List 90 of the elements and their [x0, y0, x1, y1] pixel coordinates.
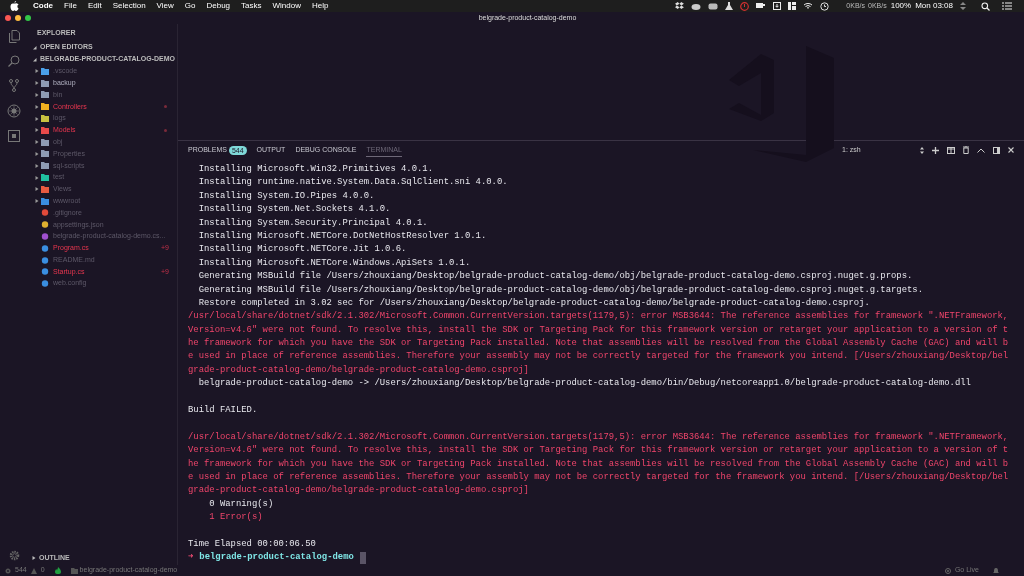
menu-item[interactable]: View: [156, 0, 174, 12]
broadcast-icon[interactable]: [944, 567, 951, 574]
panel-icon[interactable]: [993, 146, 1000, 154]
extensions-icon[interactable]: [8, 130, 20, 142]
error-line: 1 Error(s): [208, 511, 264, 525]
switch-icon[interactable]: [960, 2, 966, 10]
menu-item[interactable]: Code: [33, 0, 53, 12]
files-icon[interactable]: [8, 30, 20, 43]
zoom-button[interactable]: [25, 15, 31, 21]
caret-right-icon: [35, 93, 39, 97]
menu-item[interactable]: File: [64, 0, 77, 12]
terminal-line: Installing Microsoft.NETCore.Jit 1.0.6.: [197, 243, 408, 257]
split-icon[interactable]: [947, 146, 955, 154]
error-line: e used in place of reference assemblies. Therefore your assembly may not be correctly targeted for the framework you intend. [/Users/zhouxiang/Desktop/bel: [188, 471, 1010, 484]
settings-icon[interactable]: [8, 550, 20, 561]
terminal-line: 0 Warning(s): [208, 497, 275, 511]
terminal-line: belgrade-product-catalog-demo -> /Users/zhouxiang/Desktop/belgrade-product-catalog-demo/bin/Debug/netcoreapp1.0/belgrade-product-catalog-demo.dll: [197, 377, 972, 391]
warning-icon[interactable]: [30, 567, 37, 574]
terminal-line: Installing Microsoft.NETCore.Windows.ApiSets 1.0.1.: [197, 256, 472, 270]
apple-icon[interactable]: [10, 1, 19, 11]
caret-right-icon: [35, 175, 39, 180]
flask-icon[interactable]: [725, 2, 734, 10]
prompt-directory: belgrade-product-catalog-demo: [199, 551, 354, 565]
menu-item[interactable]: Debug: [206, 0, 231, 12]
menu-item[interactable]: Tasks: [241, 0, 262, 12]
dropbox-icon[interactable]: [675, 2, 685, 10]
terminal-line: Installing System.Net.Sockets 4.1.0.: [197, 203, 392, 217]
error-line: e used in place of reference assemblies. Therefore your assembly may not be correctly targeted for the framework you intend. [/Users/zhouxiang/Desktop/bel: [188, 350, 1010, 364]
caret-right-icon: [35, 81, 39, 86]
caret-right-icon: [35, 69, 39, 74]
menu-clock: Mon 03:08: [915, 0, 953, 12]
cloud-icon[interactable]: [691, 2, 702, 10]
bell-icon[interactable]: [993, 567, 999, 574]
minimize-button[interactable]: [15, 15, 21, 21]
error-line: he framework for which you have the SDK or Targeting Pack installed. Note that assemblies will be resolved from the Global Assembly Cache (GAC) and will b: [188, 337, 1010, 351]
terminal-line: Generating MSBuild file /Users/zhouxiang/Desktop/belgrade-product-catalog-demo/obj/belgrade-product-catalog-demo.csproj.nuget.g.targets.: [197, 283, 924, 297]
terminal-line: Installing System.IO.Pipes 4.0.0.: [197, 189, 376, 203]
error-line: grade-product-catalog-demo/belgrade-product-catalog-demo.csproj]: [188, 363, 530, 377]
terminal-line: Generating MSBuild file /Users/zhouxiang/Desktop/belgrade-product-catalog-demo/obj/belgrade-product-catalog-demo.csproj.nuget.g.props.: [197, 270, 914, 284]
updown-icon[interactable]: [920, 146, 924, 154]
caret-right-icon: [32, 555, 36, 560]
error-line: Version=v4.6" were not found. To resolve this, install the SDK or Targeting Pack for this framework version or retarget your application to a version of t: [188, 444, 1010, 458]
error-line: Version=v4.6" were not found. To resolve this, install the SDK or Targeting Pack for this framework version or retarget your application to a version of t: [188, 323, 1010, 337]
terminal-line: Installing Microsoft.Win32.Primitives 4.0.1.: [197, 163, 434, 176]
prompt-arrow: ➜: [188, 551, 194, 565]
search-icon[interactable]: [981, 1, 990, 11]
caret-right-icon: [35, 140, 39, 145]
clock-icon[interactable]: [820, 1, 830, 11]
error-line: /usr/local/share/dotnet/sdk/2.1.302/Microsoft.Common.CurrentVersion.targets(1179,5): error MSB3644: The reference assemblies for framework ".NETFramework,: [188, 310, 1010, 324]
drive-icon[interactable]: [708, 2, 719, 10]
layout-icon[interactable]: [788, 2, 797, 10]
caret-right-icon: [35, 116, 39, 121]
caret-right-icon: [35, 199, 39, 204]
caret-right-icon: [35, 104, 39, 109]
plus-icon[interactable]: [932, 146, 939, 154]
menu-item[interactable]: Help: [311, 0, 329, 12]
terminal-line: Installing Microsoft.NETCore.DotNetHostResolver 1.0.1.: [197, 229, 488, 243]
terminal-line: Build FAILED.: [188, 404, 259, 418]
error-line: he framework for which you have the SDK or Targeting Pack installed. Note that assemblies will be resolved from the Global Assembly Cache (GAC) and will b: [188, 457, 1010, 471]
caret-right-icon: [35, 151, 39, 156]
trash-icon[interactable]: [963, 146, 969, 154]
terminal-line: Installing System.Security.Principal 4.0.1.: [197, 216, 429, 230]
menu-item[interactable]: Selection: [112, 0, 146, 12]
terminal-line: Installing runtime.native.System.Data.SqlClient.sni 4.0.0.: [197, 176, 509, 190]
caret-down-icon: [33, 45, 37, 50]
menu-item[interactable]: Window: [272, 0, 301, 12]
terminal-line: Time Elapsed 00:00:06.50: [188, 537, 317, 551]
error-line: grade-product-catalog-demo/belgrade-product-catalog-demo.csproj]: [188, 484, 530, 498]
debug-icon[interactable]: [7, 104, 21, 118]
terminal-line: Restore completed in 3.02 sec for /Users/zhouxiang/Desktop/belgrade-product-catalog-demo/belgrade-product-catalog-demo.csproj.: [197, 296, 871, 310]
terminal-cursor: [359, 552, 366, 564]
caret-right-icon: [35, 128, 39, 133]
close-icon[interactable]: [1008, 147, 1014, 153]
chevron-up-icon[interactable]: [977, 147, 985, 153]
error-icon[interactable]: [5, 567, 11, 574]
error-line: /usr/local/share/dotnet/sdk/2.1.302/Microsoft.Common.CurrentVersion.targets(1179,5): error MSB3644: The reference assemblies for framework ".NETFramework,: [188, 430, 1010, 444]
menu-icon[interactable]: [1002, 2, 1012, 10]
wifi-icon[interactable]: [803, 2, 814, 10]
caret-right-icon: [35, 163, 39, 168]
caret-right-icon: [35, 187, 39, 192]
caret-down-icon: [33, 57, 37, 62]
download-icon[interactable]: [773, 2, 782, 10]
close-button[interactable]: [5, 15, 11, 21]
flame-icon[interactable]: [54, 567, 61, 574]
battery-level: 100%: [890, 0, 912, 12]
folder-icon[interactable]: [70, 567, 78, 574]
menu-item[interactable]: Edit: [87, 0, 102, 12]
cup-icon[interactable]: [756, 2, 767, 10]
source-control-icon[interactable]: [9, 79, 19, 92]
menu-item[interactable]: Go: [184, 0, 196, 12]
